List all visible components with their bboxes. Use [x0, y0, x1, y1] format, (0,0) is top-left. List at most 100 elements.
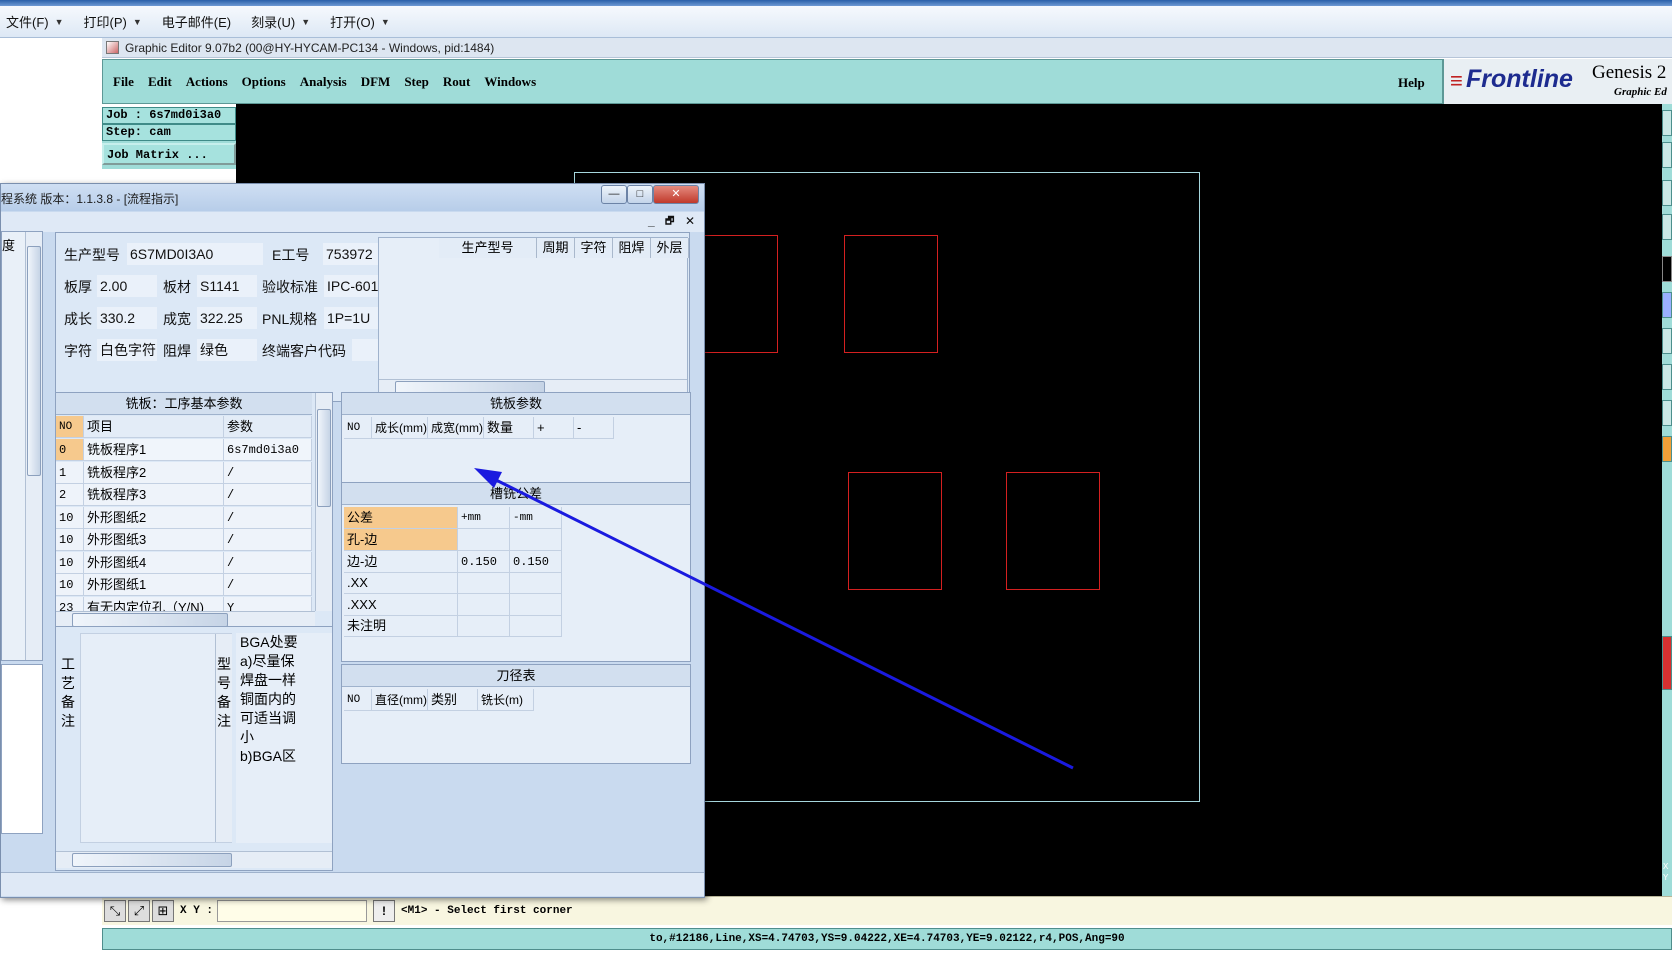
scroll-thumb[interactable]	[27, 246, 41, 476]
menu-analysis[interactable]: Analysis	[300, 74, 347, 90]
col-item[interactable]: 项目	[84, 416, 224, 438]
zoom-icon[interactable]: ⤡	[104, 900, 126, 922]
menu-email[interactable]: 电子邮件(E)	[162, 12, 231, 31]
table-row[interactable]: .XX	[344, 572, 690, 594]
toolbar-button[interactable]	[1662, 214, 1672, 240]
menu-rout[interactable]: Rout	[443, 74, 470, 90]
menu-windows[interactable]: Windows	[484, 74, 536, 90]
menu-actions[interactable]: Actions	[186, 74, 228, 90]
scroll-thumb[interactable]	[72, 853, 232, 867]
scroll-thumb[interactable]	[72, 613, 228, 627]
col-no[interactable]: NO	[56, 416, 84, 438]
history-col-period[interactable]: 周期	[537, 238, 575, 258]
menu-burn[interactable]: 刻录(U) ▼	[251, 12, 310, 31]
mask-value[interactable]: 绿色	[197, 339, 257, 361]
col-no[interactable]: NO	[344, 689, 372, 711]
table-row[interactable]: 2 铣板程序3/	[56, 484, 312, 506]
scroll-thumb[interactable]	[317, 409, 331, 507]
standard-value[interactable]: IPC-601	[324, 275, 380, 297]
table-row[interactable]: 10 外形图纸1/	[56, 574, 312, 596]
col-minus-mm[interactable]: -mm	[510, 507, 562, 529]
menu-print[interactable]: 打印(P) ▼	[84, 12, 142, 31]
customer-value[interactable]	[352, 339, 380, 361]
history-col-outer[interactable]: 外层	[651, 238, 689, 258]
history-col-char[interactable]: 字符	[575, 238, 613, 258]
cell-minus[interactable]	[510, 615, 562, 637]
mdi-restore-button[interactable]: 🗗	[665, 214, 674, 231]
snap-icon[interactable]: ⤢	[128, 900, 150, 922]
toolbar-button[interactable]	[1662, 364, 1672, 390]
prod-model-value[interactable]: 6S7MD0I3A0	[127, 243, 263, 265]
col-plus[interactable]: +	[534, 417, 574, 439]
toolbar-button[interactable]	[1662, 256, 1672, 282]
table-row[interactable]: .XXX	[344, 593, 690, 616]
model-note-box[interactable]: BGA处要 a)尽量保 焊盘一样 铜面内的 可适当调小 b)BGA区	[236, 633, 332, 843]
menu-open[interactable]: 打开(O) ▼	[330, 12, 390, 31]
basic-params-vscroll[interactable]	[315, 393, 332, 611]
cell-minus[interactable]	[510, 572, 562, 594]
notes-hscroll[interactable]	[56, 851, 332, 868]
toolbar-button[interactable]	[1662, 636, 1672, 690]
cell-minus[interactable]	[510, 529, 562, 551]
length-value[interactable]: 330.2	[97, 307, 157, 329]
minimize-button[interactable]: —	[601, 185, 627, 204]
cell-minus[interactable]: 0.150	[510, 550, 562, 573]
table-row[interactable]: 10 外形图纸2/	[56, 506, 312, 529]
history-col-model[interactable]: 生产型号	[439, 238, 537, 258]
menu-dfm[interactable]: DFM	[361, 74, 391, 90]
table-row[interactable]: 边-边 0.150 0.150	[344, 550, 690, 573]
col-tolerance[interactable]: 公差	[344, 507, 458, 529]
menu-options[interactable]: Options	[242, 74, 286, 90]
cell-plus[interactable]	[458, 572, 510, 594]
menu-file-genesis[interactable]: File	[113, 74, 134, 90]
toolbar-button[interactable]	[1662, 328, 1672, 354]
toolbar-button[interactable]	[1662, 292, 1672, 318]
col-width[interactable]: 成宽(mm)	[428, 417, 484, 439]
cell-plus[interactable]	[458, 615, 510, 637]
table-row[interactable]: 10 外形图纸4/	[56, 551, 312, 574]
char-value[interactable]: 白色字符	[97, 339, 157, 361]
table-row[interactable]: 10 外形图纸3/	[56, 529, 312, 551]
col-length[interactable]: 成长(mm)	[372, 417, 428, 439]
table-row[interactable]: 1 铣板程序2/	[56, 461, 312, 484]
table-row[interactable]: 0 铣板程序1 6s7md0i3a0	[56, 439, 312, 461]
process-note-box[interactable]	[80, 633, 232, 843]
menu-step[interactable]: Step	[404, 74, 429, 90]
col-minus[interactable]: -	[574, 417, 614, 439]
history-col-mask[interactable]: 阻焊	[613, 238, 651, 258]
col-qty[interactable]: 数量	[484, 417, 534, 439]
grid-icon[interactable]: ⊞	[152, 900, 174, 922]
col-mill-length[interactable]: 铣长(m)	[478, 689, 534, 711]
job-matrix-button[interactable]: Job Matrix ...	[102, 143, 236, 165]
rectangle-feature[interactable]	[844, 235, 938, 353]
pnl-value[interactable]: 1P=1U	[324, 307, 380, 329]
maximize-button[interactable]: □	[627, 185, 653, 204]
table-row[interactable]: 未注明	[344, 615, 690, 637]
rectangle-feature[interactable]	[848, 472, 942, 590]
left-list-scrollbar[interactable]	[25, 232, 42, 660]
table-row[interactable]: 孔-边	[344, 529, 690, 551]
col-no[interactable]: NO	[344, 417, 372, 439]
menu-file[interactable]: 文件(F) ▼	[6, 12, 64, 31]
thickness-value[interactable]: 2.00	[97, 275, 157, 297]
toolbar-button[interactable]	[1662, 180, 1672, 206]
mdi-close-button[interactable]: ✕	[685, 214, 695, 228]
toolbar-button[interactable]	[1662, 110, 1672, 136]
toolbar-button[interactable]	[1662, 436, 1672, 462]
col-diameter[interactable]: 直径(mm)	[372, 689, 428, 711]
cell-minus[interactable]	[510, 593, 562, 616]
menu-help[interactable]: Help	[1398, 75, 1425, 91]
xy-input[interactable]	[217, 900, 368, 922]
cell-plus[interactable]	[458, 593, 510, 616]
col-type[interactable]: 类别	[428, 689, 478, 711]
rectangle-feature[interactable]	[1006, 472, 1100, 590]
col-plus-mm[interactable]: +mm	[458, 507, 510, 529]
toolbar-button[interactable]	[1662, 400, 1672, 426]
width-value[interactable]: 322.25	[197, 307, 257, 329]
col-param[interactable]: 参数	[224, 416, 312, 438]
cell-plus[interactable]: 0.150	[458, 550, 510, 573]
info-icon[interactable]: !	[373, 900, 396, 922]
material-value[interactable]: S1141	[197, 275, 257, 297]
cell-plus[interactable]	[458, 529, 510, 551]
mdi-minimize-button[interactable]: _	[648, 214, 655, 228]
